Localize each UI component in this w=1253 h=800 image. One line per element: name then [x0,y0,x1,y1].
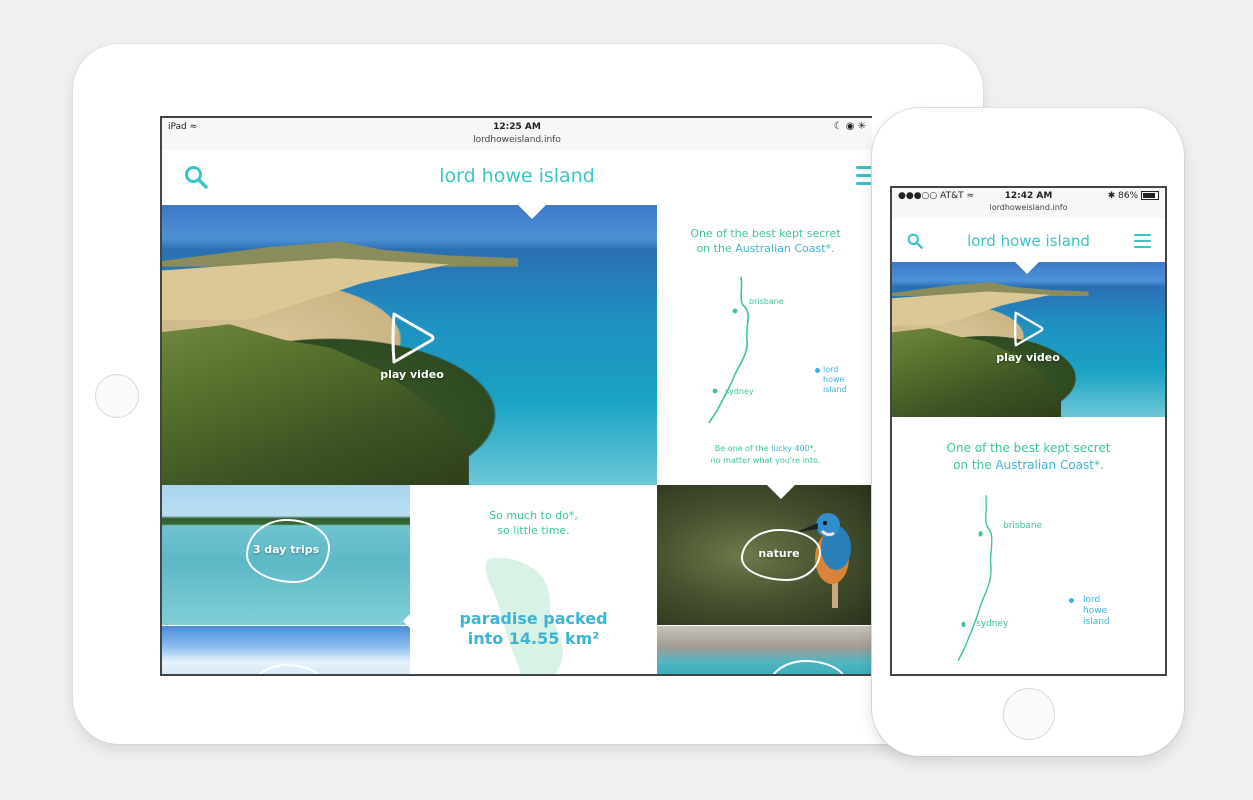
ipad-map-panel: One of the best kept secret on the Austr… [657,205,872,485]
australian-coast-link[interactable]: Australian Coast [735,242,825,255]
header-notch [518,205,546,219]
ipad-home-button[interactable] [95,374,139,418]
play-icon [391,312,435,364]
ipad-clock: 12:25 AM [493,122,541,132]
sydney-dot [712,388,718,394]
coast-tile-outline [767,660,847,674]
lord-howe-label: lord howe island [1083,595,1110,627]
ipad-status-bar: iPad ≈ 12:25 AM lordhoweisland.info ☾ ◉ … [162,118,872,151]
australian-coast-link[interactable]: Australian Coast [995,458,1094,472]
sky-tile[interactable] [162,626,410,674]
sydney-label: sydney [976,619,1009,629]
ipad-url-bar[interactable]: lordhoweisland.info [162,135,872,145]
iphone-url-bar[interactable]: lordhoweisland.info [892,203,1165,212]
nature-tile[interactable]: nature [657,485,872,625]
map-headline: One of the best kept secret on the Austr… [690,227,841,255]
site-title[interactable]: lord howe island [892,232,1165,250]
iphone-map-panel: One of the best kept secret on the Austr… [892,417,1165,674]
lucky-400-link[interactable]: lucky 400 [771,444,810,453]
iphone-home-button[interactable] [1003,688,1055,740]
bluetooth-icon: ✱ [1107,191,1116,201]
hamburger-menu-icon[interactable] [856,166,872,185]
nature-label: nature [758,547,800,560]
header-notch [1015,262,1039,274]
hero-video-image[interactable]: play video [892,262,1165,417]
sky-tile-outline [246,664,330,674]
sydney-label: sydney [725,387,754,396]
battery-icon [1141,191,1159,200]
brisbane-dot [978,531,983,537]
map-headline: One of the best kept secret on the Austr… [946,441,1111,472]
brisbane-dot [732,308,738,314]
play-icon [1013,311,1044,347]
iphone-status-icons: ✱ 86% [1108,191,1159,201]
day-trips-label: 3 day trips [252,543,320,556]
so-much-to-do-text: So much to do*, so little time. [489,509,578,537]
site-title[interactable]: lord howe island [162,165,872,187]
play-video-button[interactable]: play video [372,310,452,381]
ipad-status-icons: ☾ ◉ ✳ [833,121,866,132]
map-footer: Be one of the lucky 400*, no matter what… [710,444,821,465]
iphone-screen: ●●●○○ AT&T ≈ 12:42 AM lordhoweisland.inf… [890,186,1167,676]
ipad-screen: iPad ≈ 12:25 AM lordhoweisland.info ☾ ◉ … [160,116,872,676]
coast-tile[interactable] [657,626,872,674]
ipad-site-header: lord howe island [162,150,872,205]
brisbane-label: brisbane [749,297,784,306]
paradise-notch [403,607,417,635]
iphone-status-bar: ●●●○○ AT&T ≈ 12:42 AM lordhoweisland.inf… [892,188,1165,219]
nature-notch [767,485,795,499]
coastline-map [957,495,993,662]
day-trips-tile[interactable]: 3 day trips [162,485,410,625]
paradise-tile: So much to do*, so little time. paradise … [410,485,657,674]
iphone-site-header: lord howe island [892,218,1165,262]
brisbane-label: brisbane [1003,521,1043,531]
play-video-label: play video [996,351,1060,364]
play-video-button[interactable]: play video [988,310,1068,364]
lord-howe-label: lord howe island [823,365,847,394]
lord-howe-dot [815,368,820,373]
sydney-dot [961,621,966,628]
lord-howe-dot [1069,598,1074,603]
hamburger-menu-icon[interactable] [1134,234,1151,248]
play-video-label: play video [380,368,444,381]
paradise-packed-text: paradise packed into 14.55 km² [459,609,608,648]
hero-video-image[interactable]: play video [162,205,657,485]
